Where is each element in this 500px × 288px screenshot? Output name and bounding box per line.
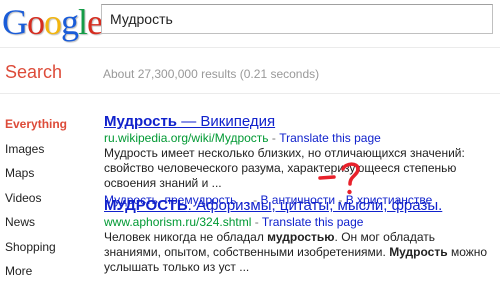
url-separator: -	[268, 131, 280, 145]
header-divider	[0, 47, 500, 48]
result-url: ru.wikipedia.org/wiki/Мудрость	[104, 131, 269, 145]
logo-letter-e: e	[87, 2, 103, 42]
search-result: МУДРОСТЬ. Афоризмы, цитаты, мысли, фразы…	[104, 197, 494, 275]
translate-link[interactable]: Translate this page	[262, 215, 364, 229]
result-url-line: ru.wikipedia.org/wiki/Мудрость - Transla…	[104, 131, 494, 146]
result-title-bold: МУДРОСТЬ	[104, 197, 188, 214]
annotation-dash	[318, 175, 336, 180]
snippet-bold: Мудрость	[389, 245, 448, 259]
url-separator: -	[251, 215, 262, 229]
left-nav: Everything Images Maps Videos News Shopp…	[5, 116, 67, 288]
result-title-link[interactable]: МУДРОСТЬ. Афоризмы, цитаты, мысли, фразы…	[104, 197, 494, 215]
result-stats: About 27,300,000 results (0.21 seconds)	[103, 67, 320, 81]
logo-letter-l: l	[78, 2, 88, 42]
result-url-line: www.aphorism.ru/324.shtml - Translate th…	[104, 215, 494, 230]
nav-item-shopping[interactable]: Shopping	[5, 239, 67, 264]
nav-item-maps[interactable]: Maps	[5, 165, 67, 190]
handwritten-question-mark-annotation	[318, 162, 360, 195]
result-url: www.aphorism.ru/324.shtml	[104, 215, 252, 229]
nav-item-videos[interactable]: Videos	[5, 190, 67, 215]
nav-item-images[interactable]: Images	[5, 141, 67, 166]
snippet-part: имеет несколько близких, но отличающихся…	[104, 146, 465, 190]
result-title-bold: Мудрость	[104, 113, 178, 130]
result-title-rest: . Афоризмы, цитаты, мысли, фразы.	[187, 197, 443, 214]
nav-item-everything[interactable]: Everything	[5, 116, 67, 141]
nav-item-more[interactable]: More	[5, 263, 67, 288]
google-logo[interactable]: Google	[2, 2, 103, 42]
search-result: Мудрость — Википедия ru.wikipedia.org/wi…	[104, 113, 494, 208]
translate-link[interactable]: Translate this page	[279, 131, 381, 145]
annotation-question-mark	[341, 162, 360, 186]
logo-letter-g: G	[2, 2, 28, 42]
result-title-rest: — Википедия	[177, 113, 276, 130]
search-label: Search	[5, 62, 63, 82]
result-title-link[interactable]: Мудрость — Википедия	[104, 113, 494, 131]
toolbar-divider	[0, 93, 500, 94]
snippet-part: Человек никогда не обладал	[104, 230, 268, 244]
logo-letter-o1: o	[27, 2, 45, 42]
logo-letter-g2: g	[61, 2, 79, 42]
result-snippet: Человек никогда не обладал мудростью. Он…	[104, 230, 494, 275]
annotation-question-dot	[347, 189, 352, 195]
logo-letter-o2: o	[44, 2, 62, 42]
result-snippet: Мудрость имеет несколько близких, но отл…	[104, 146, 494, 191]
search-input[interactable]: Мудрость	[101, 4, 493, 34]
nav-item-news[interactable]: News	[5, 214, 67, 239]
snippet-part: Мудрость	[104, 146, 158, 160]
snippet-bold: мудростью	[267, 230, 335, 244]
